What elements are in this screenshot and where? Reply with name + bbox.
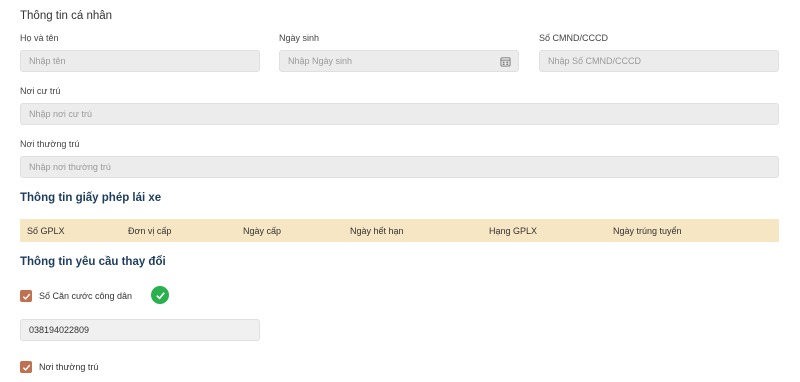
dob-input[interactable]: Nhập Ngày sinh (279, 50, 519, 72)
column-header: Hạng GPLX (489, 225, 538, 236)
citizen-id-value: 038194022809 (29, 325, 90, 335)
column-header: Ngày hết hạn (350, 225, 404, 236)
column-header: Đơn vị cấp (128, 225, 172, 236)
dob-label: Ngày sinh (279, 33, 320, 43)
permanent-checkbox[interactable] (20, 361, 32, 373)
check-icon (22, 364, 30, 371)
fullname-placeholder: Nhập tên (29, 56, 66, 66)
change-request-title: Thông tin yêu cầu thay đổi (20, 256, 166, 268)
residence-label: Nơi cư trú (20, 86, 61, 96)
idcard-input[interactable]: Nhập Số CMND/CCCD (539, 50, 779, 72)
column-header: Ngày cấp (243, 225, 282, 236)
check-icon (22, 293, 30, 300)
permanent-label: Nơi thường trú (20, 139, 80, 149)
fullname-label: Họ và tên (20, 33, 59, 43)
idcard-label: Số CMND/CCCD (539, 33, 609, 43)
idcard-placeholder: Nhập Số CMND/CCCD (548, 56, 642, 66)
fullname-input[interactable]: Nhập tên (20, 50, 260, 72)
personal-info-title: Thông tin cá nhân (20, 10, 113, 22)
check-circle-icon (151, 286, 169, 304)
permanent-input[interactable]: Nhập nơi thường trú (20, 156, 779, 178)
calendar-icon[interactable] (500, 56, 511, 67)
column-header: Ngày trúng tuyển (613, 225, 682, 236)
residence-input[interactable]: Nhập nơi cư trú (20, 103, 779, 125)
citizen-id-checkbox[interactable] (20, 290, 32, 302)
column-header: Số GPLX (27, 225, 65, 236)
permanent-placeholder: Nhập nơi thường trú (29, 162, 111, 172)
permanent-checkbox-label: Nơi thường trú (39, 362, 99, 372)
citizen-id-input[interactable]: 038194022809 (20, 319, 260, 341)
license-info-title: Thông tin giấy phép lái xe (20, 192, 162, 204)
residence-placeholder: Nhập nơi cư trú (29, 109, 92, 119)
license-table-header: Số GPLX Đơn vị cấp Ngày cấp Ngày hết hạn… (20, 219, 779, 242)
dob-placeholder: Nhập Ngày sinh (288, 56, 353, 66)
citizen-id-checkbox-label: Số Căn cước công dân (39, 291, 132, 301)
